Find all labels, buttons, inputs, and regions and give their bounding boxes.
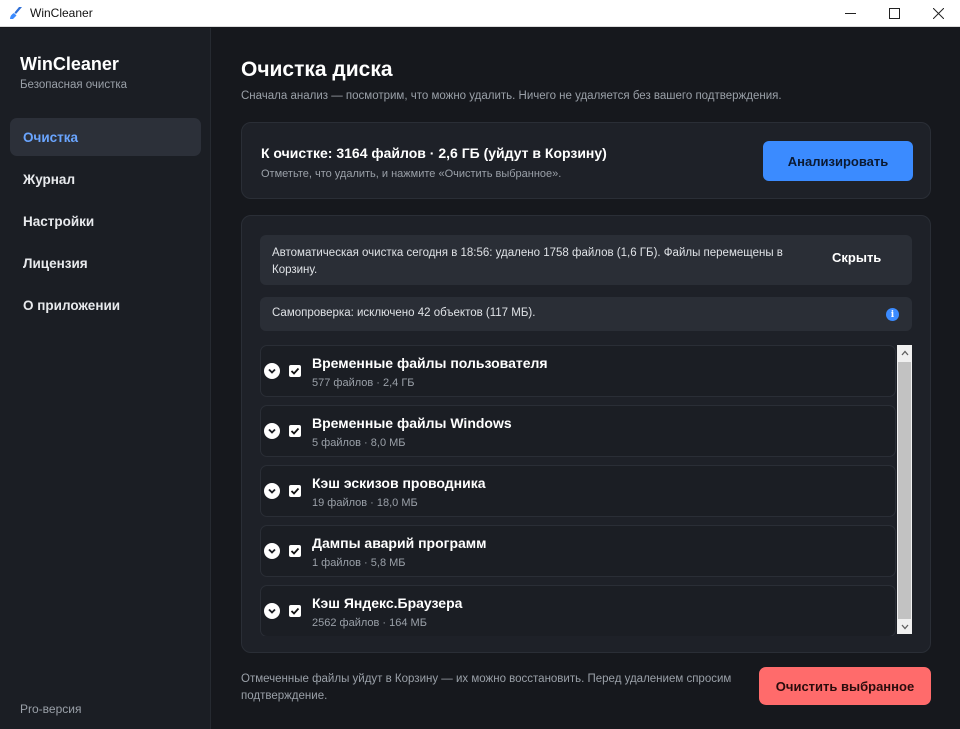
category-name: Временные файлы пользователя: [312, 355, 548, 371]
category-list: Временные файлы пользователя 577 файлов …: [260, 345, 912, 636]
category-meta: 2562 файлов · 164 МБ: [312, 617, 427, 629]
sidebar: WinCleaner Безопасная очистка Очистка Жу…: [0, 28, 211, 729]
summary-hint: Отметьте, что удалить, и нажмите «Очисти…: [261, 168, 562, 180]
selfcheck-banner: Самопроверка: исключено 42 объектов (117…: [260, 297, 912, 331]
sidebar-item-license[interactable]: Лицензия: [10, 244, 201, 282]
chevron-down-icon[interactable]: [264, 363, 280, 379]
page-title: Очистка диска: [241, 58, 393, 81]
close-button[interactable]: [916, 0, 960, 27]
category-name: Дампы аварий программ: [312, 535, 487, 551]
footer-note: Отмеченные файлы уйдут в Корзину — их мо…: [241, 673, 732, 702]
category-checkbox[interactable]: [289, 485, 301, 497]
auto-clean-notice: Автоматическая очистка сегодня в 18:56: …: [260, 235, 912, 285]
main-content: Очистка диска Сначала анализ — посмотрим…: [211, 28, 960, 729]
analyze-button[interactable]: Анализировать: [763, 141, 913, 181]
checkmark-icon: [290, 427, 300, 435]
category-meta: 19 файлов · 18,0 МБ: [312, 497, 418, 509]
notice-text: Автоматическая очистка сегодня в 18:56: …: [272, 247, 783, 276]
category-checkbox[interactable]: [289, 545, 301, 557]
app-brand: WinCleaner: [20, 54, 119, 74]
scroll-down-arrow-icon[interactable]: [897, 619, 912, 634]
chevron-down-icon[interactable]: [264, 543, 280, 559]
chevron-down-icon[interactable]: [264, 603, 280, 619]
category-checkbox[interactable]: [289, 365, 301, 377]
hide-notice-button[interactable]: Скрыть: [832, 250, 881, 265]
checkmark-icon: [290, 547, 300, 555]
sidebar-item-cleanup[interactable]: Очистка: [10, 118, 201, 156]
title-bar: WinCleaner: [0, 0, 960, 27]
window-controls: [828, 0, 960, 27]
maximize-icon: [888, 8, 900, 19]
list-item: Кэш Яндекс.Браузера 2562 файлов · 164 МБ: [260, 585, 896, 636]
close-icon: [932, 8, 944, 19]
minimize-button[interactable]: [828, 0, 872, 27]
minimize-icon: [844, 13, 856, 14]
checkmark-icon: [290, 367, 300, 375]
sidebar-item-journal[interactable]: Журнал: [10, 160, 201, 198]
list-item: Временные файлы Windows 5 файлов · 8,0 М…: [260, 405, 896, 457]
category-name: Временные файлы Windows: [312, 415, 512, 431]
list-item: Временные файлы пользователя 577 файлов …: [260, 345, 896, 397]
maximize-button[interactable]: [872, 0, 916, 27]
summary-card: К очистке: 3164 файлов · 2,6 ГБ (уйдут в…: [241, 122, 931, 199]
page-subtitle: Сначала анализ — посмотрим, что можно уд…: [241, 90, 782, 102]
category-name: Кэш эскизов проводника: [312, 475, 486, 491]
chevron-down-icon[interactable]: [264, 483, 280, 499]
list-item: Дампы аварий программ 1 файлов · 5,8 МБ: [260, 525, 896, 577]
selfcheck-text: Самопроверка: исключено 42 объектов (117…: [272, 307, 536, 319]
sidebar-item-settings[interactable]: Настройки: [10, 202, 201, 240]
checkmark-icon: [290, 487, 300, 495]
scrollbar-thumb[interactable]: [898, 362, 911, 619]
results-panel: Автоматическая очистка сегодня в 18:56: …: [241, 215, 931, 653]
sidebar-item-about[interactable]: О приложении: [10, 286, 201, 324]
list-scrollbar[interactable]: [897, 345, 912, 634]
summary-title: К очистке: 3164 файлов · 2,6 ГБ (уйдут в…: [261, 145, 607, 161]
category-checkbox[interactable]: [289, 605, 301, 617]
app-tagline: Безопасная очистка: [20, 79, 128, 91]
scroll-up-arrow-icon[interactable]: [897, 345, 912, 360]
info-icon[interactable]: i: [886, 308, 899, 321]
clean-selected-button[interactable]: Очистить выбранное: [759, 667, 931, 705]
list-item: Кэш эскизов проводника 19 файлов · 18,0 …: [260, 465, 896, 517]
sidebar-nav: Очистка Журнал Настройки Лицензия О прил…: [10, 118, 201, 328]
category-checkbox[interactable]: [289, 425, 301, 437]
category-meta: 577 файлов · 2,4 ГБ: [312, 377, 415, 389]
category-meta: 5 файлов · 8,0 МБ: [312, 437, 406, 449]
chevron-down-icon[interactable]: [264, 423, 280, 439]
edition-label: Pro-версия: [20, 702, 82, 716]
checkmark-icon: [290, 607, 300, 615]
window-title: WinCleaner: [30, 6, 93, 20]
category-name: Кэш Яндекс.Браузера: [312, 595, 463, 611]
broom-icon: [10, 7, 22, 19]
category-meta: 1 файлов · 5,8 МБ: [312, 557, 406, 569]
